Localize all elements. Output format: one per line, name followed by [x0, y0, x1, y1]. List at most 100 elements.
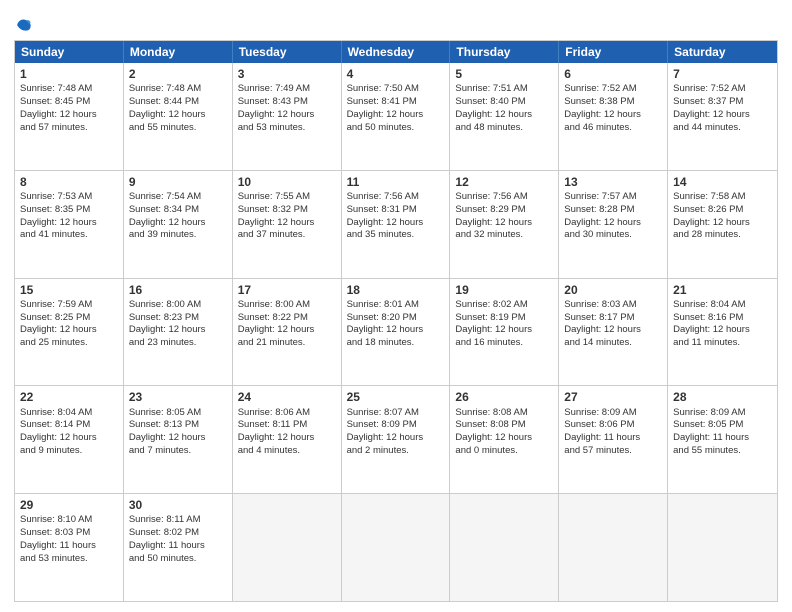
day-info: and 55 minutes.: [673, 445, 772, 458]
day-info: Sunset: 8:11 PM: [238, 419, 336, 432]
day-info: Sunset: 8:09 PM: [347, 419, 445, 432]
day-info: and 28 minutes.: [673, 229, 772, 242]
day-info: Sunrise: 8:03 AM: [564, 299, 662, 312]
calendar-cell: 21Sunrise: 8:04 AMSunset: 8:16 PMDayligh…: [668, 279, 777, 386]
calendar-cell: 12Sunrise: 7:56 AMSunset: 8:29 PMDayligh…: [450, 171, 559, 278]
day-info: and 57 minutes.: [564, 445, 662, 458]
day-info: Sunrise: 8:09 AM: [673, 407, 772, 420]
calendar-page: SundayMondayTuesdayWednesdayThursdayFrid…: [0, 0, 792, 612]
day-info: Sunset: 8:25 PM: [20, 312, 118, 325]
day-number: 8: [20, 174, 118, 190]
day-info: and 41 minutes.: [20, 229, 118, 242]
logo: [14, 14, 38, 34]
calendar-cell: 27Sunrise: 8:09 AMSunset: 8:06 PMDayligh…: [559, 386, 668, 493]
day-info: and 23 minutes.: [129, 337, 227, 350]
day-number: 13: [564, 174, 662, 190]
day-info: Sunset: 8:08 PM: [455, 419, 553, 432]
calendar-cell: 9Sunrise: 7:54 AMSunset: 8:34 PMDaylight…: [124, 171, 233, 278]
day-info: Sunrise: 8:04 AM: [20, 407, 118, 420]
calendar-cell: 6Sunrise: 7:52 AMSunset: 8:38 PMDaylight…: [559, 63, 668, 170]
day-info: Sunrise: 8:08 AM: [455, 407, 553, 420]
day-info: Sunset: 8:44 PM: [129, 96, 227, 109]
day-info: Daylight: 12 hours: [673, 217, 772, 230]
day-info: Daylight: 12 hours: [20, 217, 118, 230]
calendar-body: 1Sunrise: 7:48 AMSunset: 8:45 PMDaylight…: [15, 63, 777, 601]
day-info: and 39 minutes.: [129, 229, 227, 242]
logo-icon: [14, 14, 34, 34]
day-info: and 16 minutes.: [455, 337, 553, 350]
calendar-cell: 2Sunrise: 7:48 AMSunset: 8:44 PMDaylight…: [124, 63, 233, 170]
day-info: Daylight: 12 hours: [673, 324, 772, 337]
day-number: 9: [129, 174, 227, 190]
day-info: Daylight: 12 hours: [673, 109, 772, 122]
day-info: Sunrise: 8:00 AM: [238, 299, 336, 312]
day-info: Sunset: 8:06 PM: [564, 419, 662, 432]
day-info: Sunrise: 8:01 AM: [347, 299, 445, 312]
day-info: and 37 minutes.: [238, 229, 336, 242]
day-info: Sunrise: 8:10 AM: [20, 514, 118, 527]
day-info: Sunset: 8:20 PM: [347, 312, 445, 325]
day-info: Sunrise: 8:11 AM: [129, 514, 227, 527]
calendar-cell: 24Sunrise: 8:06 AMSunset: 8:11 PMDayligh…: [233, 386, 342, 493]
calendar-cell: 17Sunrise: 8:00 AMSunset: 8:22 PMDayligh…: [233, 279, 342, 386]
calendar-header: SundayMondayTuesdayWednesdayThursdayFrid…: [15, 41, 777, 63]
day-number: 26: [455, 389, 553, 405]
day-info: Sunrise: 7:52 AM: [564, 83, 662, 96]
calendar-row: 22Sunrise: 8:04 AMSunset: 8:14 PMDayligh…: [15, 386, 777, 494]
top-section: [14, 10, 778, 34]
calendar-cell: 11Sunrise: 7:56 AMSunset: 8:31 PMDayligh…: [342, 171, 451, 278]
day-info: Sunrise: 8:04 AM: [673, 299, 772, 312]
day-info: Sunrise: 8:02 AM: [455, 299, 553, 312]
day-info: Sunset: 8:23 PM: [129, 312, 227, 325]
day-number: 25: [347, 389, 445, 405]
day-info: Daylight: 12 hours: [347, 432, 445, 445]
day-info: Sunset: 8:22 PM: [238, 312, 336, 325]
day-number: 3: [238, 66, 336, 82]
day-number: 28: [673, 389, 772, 405]
day-info: Sunset: 8:03 PM: [20, 527, 118, 540]
day-info: Sunset: 8:26 PM: [673, 204, 772, 217]
day-info: Sunrise: 7:56 AM: [347, 191, 445, 204]
day-number: 27: [564, 389, 662, 405]
day-info: and 32 minutes.: [455, 229, 553, 242]
day-info: and 2 minutes.: [347, 445, 445, 458]
day-info: and 50 minutes.: [347, 122, 445, 135]
day-info: Sunrise: 8:05 AM: [129, 407, 227, 420]
weekday-header: Thursday: [450, 41, 559, 63]
day-info: Sunset: 8:45 PM: [20, 96, 118, 109]
calendar-row: 8Sunrise: 7:53 AMSunset: 8:35 PMDaylight…: [15, 171, 777, 279]
day-info: Daylight: 12 hours: [20, 432, 118, 445]
calendar-cell: 29Sunrise: 8:10 AMSunset: 8:03 PMDayligh…: [15, 494, 124, 601]
calendar-row: 29Sunrise: 8:10 AMSunset: 8:03 PMDayligh…: [15, 494, 777, 601]
day-info: Sunset: 8:13 PM: [129, 419, 227, 432]
calendar-cell: 16Sunrise: 8:00 AMSunset: 8:23 PMDayligh…: [124, 279, 233, 386]
weekday-header: Friday: [559, 41, 668, 63]
day-info: and 7 minutes.: [129, 445, 227, 458]
day-info: and 53 minutes.: [238, 122, 336, 135]
calendar-cell: 18Sunrise: 8:01 AMSunset: 8:20 PMDayligh…: [342, 279, 451, 386]
day-number: 2: [129, 66, 227, 82]
day-info: Daylight: 12 hours: [564, 109, 662, 122]
calendar-cell: 30Sunrise: 8:11 AMSunset: 8:02 PMDayligh…: [124, 494, 233, 601]
day-number: 16: [129, 282, 227, 298]
day-info: Sunrise: 7:54 AM: [129, 191, 227, 204]
day-info: and 4 minutes.: [238, 445, 336, 458]
calendar-cell: [559, 494, 668, 601]
calendar-cell: 3Sunrise: 7:49 AMSunset: 8:43 PMDaylight…: [233, 63, 342, 170]
day-info: and 50 minutes.: [129, 553, 227, 566]
day-number: 4: [347, 66, 445, 82]
day-info: Sunset: 8:29 PM: [455, 204, 553, 217]
day-info: Daylight: 11 hours: [564, 432, 662, 445]
day-info: Sunset: 8:37 PM: [673, 96, 772, 109]
day-info: Daylight: 12 hours: [455, 109, 553, 122]
day-number: 20: [564, 282, 662, 298]
day-info: and 18 minutes.: [347, 337, 445, 350]
day-info: Sunset: 8:02 PM: [129, 527, 227, 540]
day-info: and 46 minutes.: [564, 122, 662, 135]
day-number: 10: [238, 174, 336, 190]
day-info: Sunset: 8:31 PM: [347, 204, 445, 217]
day-info: Sunrise: 7:56 AM: [455, 191, 553, 204]
day-info: Sunrise: 7:57 AM: [564, 191, 662, 204]
day-info: Daylight: 12 hours: [564, 217, 662, 230]
day-info: Sunrise: 7:49 AM: [238, 83, 336, 96]
